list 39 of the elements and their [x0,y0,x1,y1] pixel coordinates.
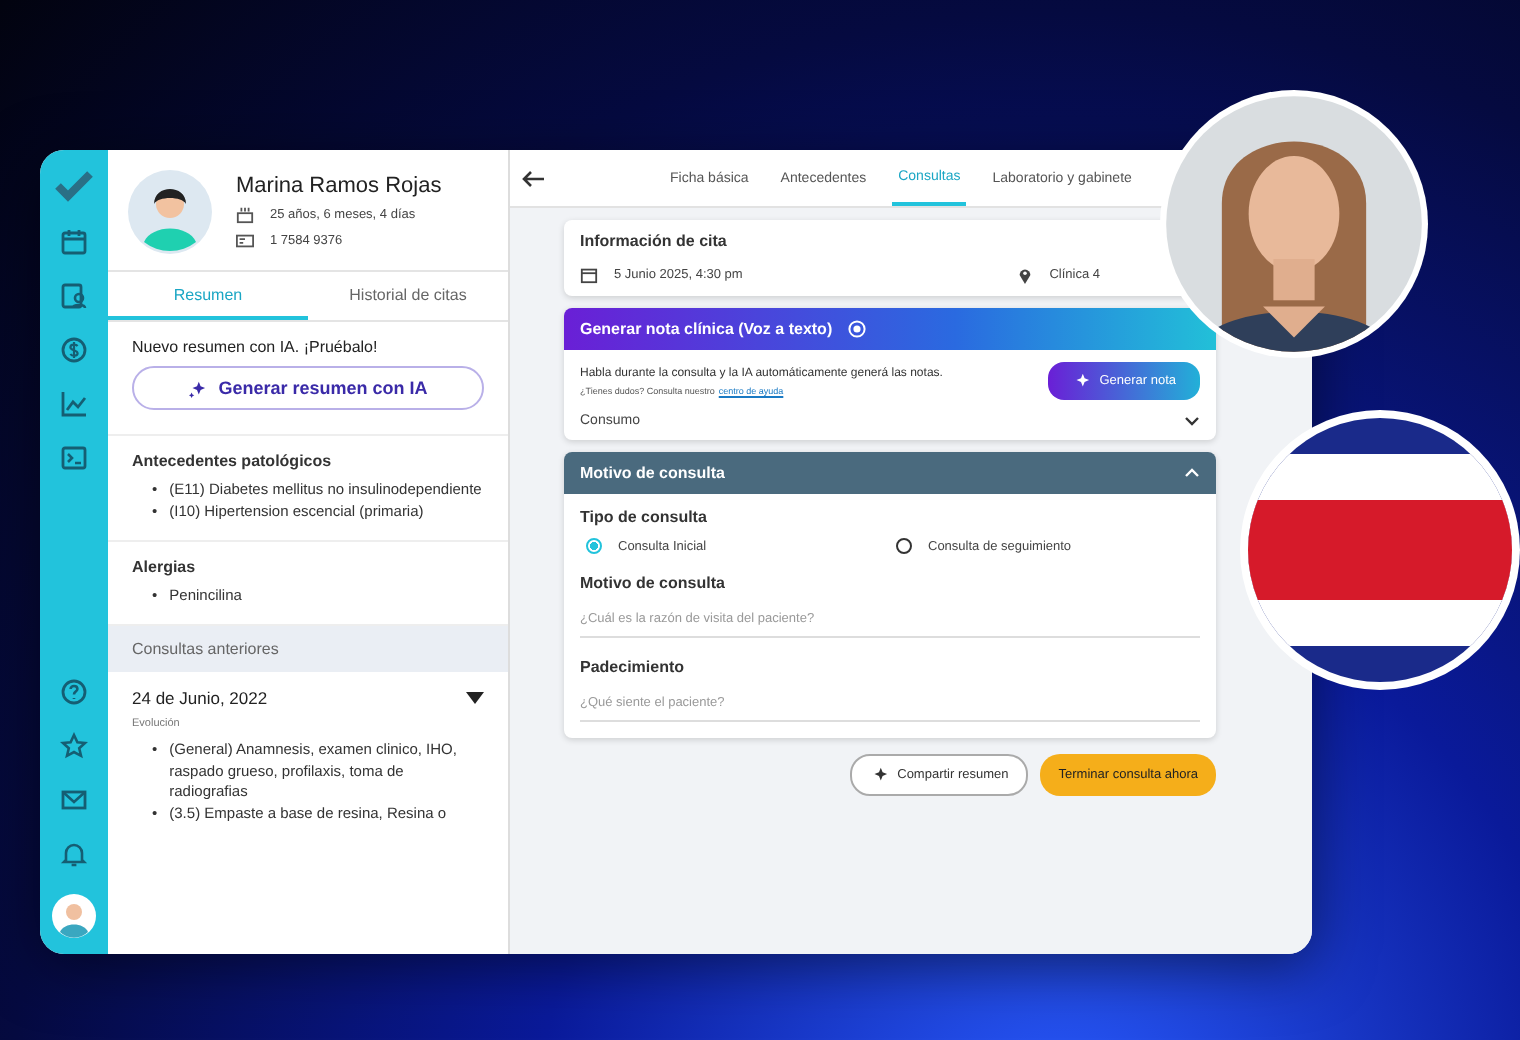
terminal-icon[interactable] [60,444,88,472]
chevron-down-icon [1184,416,1200,426]
field-label: Motivo de consulta [580,574,727,592]
chevron-up-icon [1184,468,1200,478]
id-card-icon [236,232,254,250]
consult-date: 24 de Junio, 2022 [132,687,268,708]
section-title: Antecedentes patológicos [132,452,334,470]
reason-title: Motivo de consulta [580,464,725,482]
ai-summary-prompt: Nuevo resumen con IA. ¡Pruébalo! [132,338,380,356]
field-label: Padecimiento [580,658,687,676]
location-pin-icon [1015,266,1034,284]
record-icon[interactable] [848,320,867,338]
note-title: Generar nota clínica (Voz a texto) [580,320,833,338]
sparkle-icon [188,379,207,397]
patient-avatar-icon [128,170,212,254]
help-icon[interactable] [60,678,88,706]
generate-summary-button[interactable]: Generar resumen con IA [132,366,484,410]
radio-button[interactable] [896,538,912,554]
patient-name: Marina Ramos Rojas [236,174,442,198]
caret-icon[interactable] [466,691,484,704]
section-title: Alergias [132,557,198,576]
check-logo-icon [54,170,94,202]
cake-icon [236,206,254,224]
mail-icon[interactable] [60,786,88,814]
panel-tab[interactable]: Historial de citas [308,272,508,320]
back-arrow-icon[interactable] [522,169,544,187]
calendar-icon [580,266,598,284]
star-icon[interactable] [60,732,88,760]
field-label: Tipo de consulta [580,508,709,526]
section-header: Consultas anteriores [108,625,508,672]
radio-button[interactable] [586,538,602,554]
reason-header[interactable]: Motivo de consulta [564,452,1216,494]
dollar-icon[interactable] [60,336,88,364]
user-avatar-icon[interactable] [52,894,96,938]
chart-icon[interactable] [60,390,88,418]
calendar-icon[interactable] [60,228,88,256]
bell-icon[interactable] [60,840,88,868]
card-title: Información de cita [580,232,729,250]
patient-file-icon[interactable] [60,282,88,310]
